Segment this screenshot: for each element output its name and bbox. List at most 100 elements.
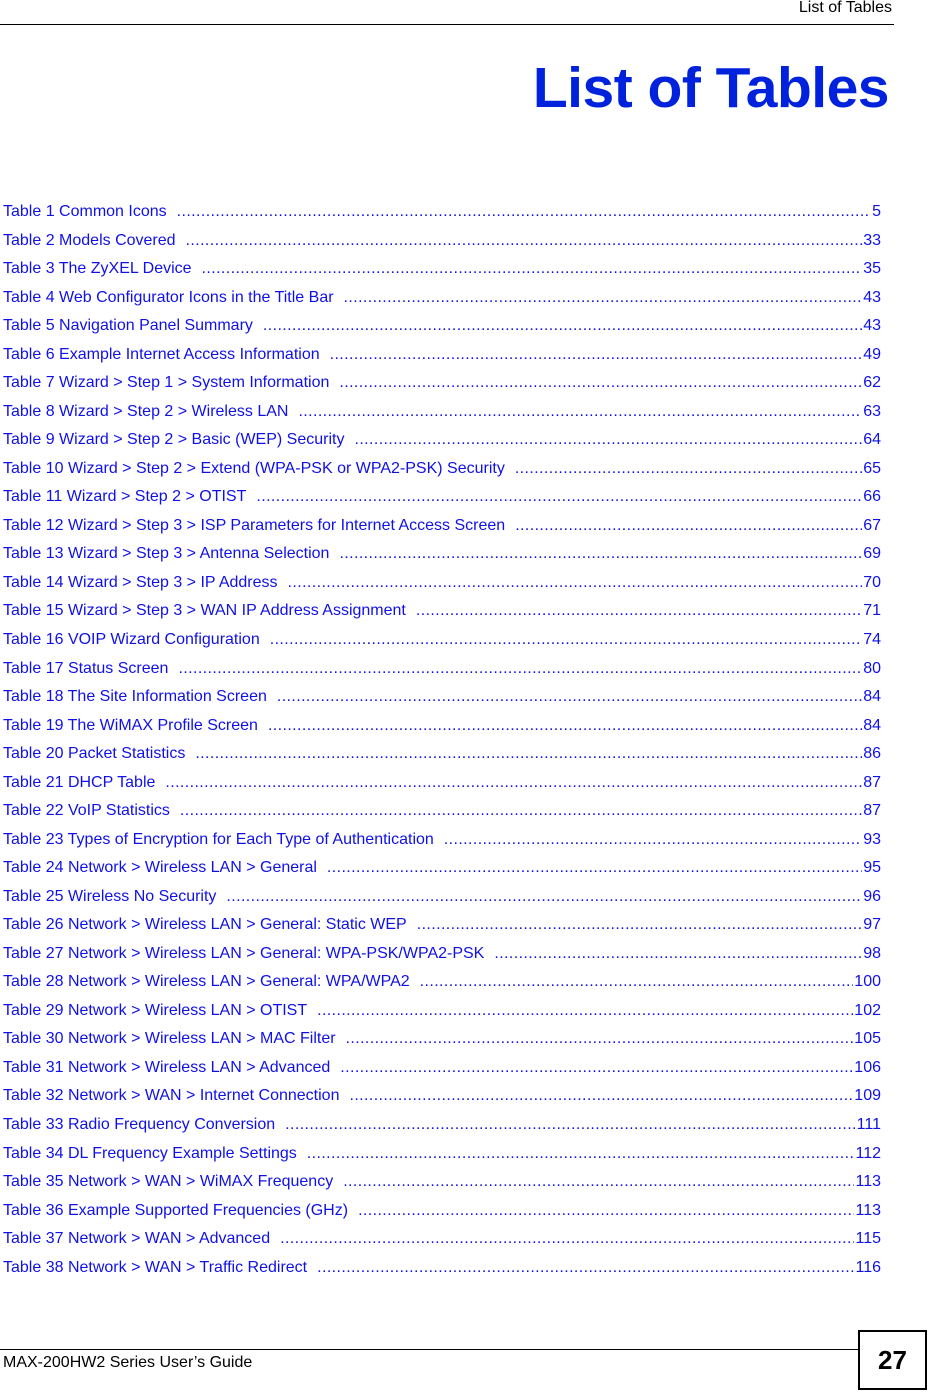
toc-entry-page-number: 113 (855, 1201, 881, 1219)
toc-entry-page-number: 111 (856, 1116, 881, 1133)
toc-entry-link[interactable]: Table 28 Network > Wireless LAN > Genera… (3, 971, 881, 1000)
dot-leader (349, 1085, 853, 1107)
toc-entry-link[interactable]: Table 20 Packet Statistics 86 (3, 743, 881, 772)
toc-entry-link[interactable]: Table 32 Network > WAN > Internet Connec… (3, 1085, 881, 1114)
toc-entry-page-number: 116 (855, 1258, 881, 1276)
toc-entry-label: Table 5 Navigation Panel Summary (3, 317, 253, 335)
toc-entry-link[interactable]: Table 24 Network > Wireless LAN > Genera… (3, 857, 881, 886)
toc-entry-label: Table 16 VOIP Wizard Configuration (3, 630, 260, 648)
toc-entry-label: Table 34 DL Frequency Example Settings (3, 1144, 297, 1162)
toc-entry-page-number: 65 (863, 459, 881, 477)
dot-leader (280, 1228, 854, 1250)
toc-entry-label: Table 1 Common Icons (3, 203, 167, 220)
toc-entry-page-number: 80 (863, 659, 881, 677)
toc-entry-link[interactable]: Table 2 Models Covered 33 (3, 230, 881, 259)
toc-entry-page-number: 64 (863, 431, 881, 449)
dot-leader (327, 857, 862, 879)
toc-entry-link[interactable]: Table 21 DHCP Table 87 (3, 772, 881, 801)
toc-entry-link[interactable]: Table 3 The ZyXEL Device 35 (3, 258, 881, 287)
toc-entry-label: Table 26 Network > Wireless LAN > Genera… (3, 916, 407, 934)
toc-entry-link[interactable]: Table 23 Types of Encryption for Each Ty… (3, 829, 881, 858)
toc-entry-page-number: 74 (863, 630, 881, 648)
toc-entry-link[interactable]: Table 34 DL Frequency Example Settings 11… (3, 1143, 881, 1172)
dot-leader (256, 486, 862, 508)
toc-entry-link[interactable]: Table 8 Wizard > Step 2 > Wireless LAN 63 (3, 401, 881, 430)
dot-leader (343, 1171, 854, 1193)
toc-entry-page-number: 66 (863, 488, 881, 506)
toc-entry-label: Table 8 Wizard > Step 2 > Wireless LAN (3, 402, 289, 420)
toc-entry-link[interactable]: Table 17 Status Screen 80 (3, 658, 881, 687)
dot-leader (346, 1028, 854, 1050)
toc-entry-link[interactable]: Table 37 Network > WAN > Advanced 115 (3, 1228, 881, 1257)
toc-entry-link[interactable]: Table 18 The Site Information Screen 84 (3, 686, 881, 715)
dot-leader (444, 829, 862, 851)
toc-entry-link[interactable]: Table 30 Network > Wireless LAN > MAC Fi… (3, 1028, 881, 1057)
toc-entry-page-number: 95 (863, 859, 881, 877)
dot-leader (344, 287, 863, 309)
toc-entry-label: Table 29 Network > Wireless LAN > OTIST (3, 1001, 308, 1019)
header-divider (0, 24, 894, 25)
footer-divider (0, 1349, 860, 1350)
toc-entry-link[interactable]: Table 9 Wizard > Step 2 > Basic (WEP) Se… (3, 429, 881, 458)
toc-entry-link[interactable]: Table 13 Wizard > Step 3 > Antenna Selec… (3, 543, 881, 572)
toc-entry-link[interactable]: Table 38 Network > WAN > Traffic Redirec… (3, 1257, 881, 1286)
dot-leader (202, 258, 863, 280)
toc-entry-link[interactable]: Table 16 VOIP Wizard Configuration 74 (3, 629, 881, 658)
toc-entry-link[interactable]: Table 15 Wizard > Step 3 > WAN IP Addres… (3, 600, 881, 629)
toc-entry-page-number: 84 (863, 688, 881, 706)
toc-entry-page-number: 69 (863, 545, 881, 563)
toc-entry-link[interactable]: Table 26 Network > Wireless LAN > Genera… (3, 914, 881, 943)
toc-entry-link[interactable]: Table 31 Network > Wireless LAN > Advanc… (3, 1057, 881, 1086)
toc-entry-page-number: 87 (863, 773, 881, 791)
dot-leader (277, 686, 862, 708)
toc-entry-link[interactable]: Table 5 Navigation Panel Summary 43 (3, 315, 881, 344)
dot-leader (358, 1200, 854, 1222)
dot-leader (165, 772, 862, 794)
toc-entry-link[interactable]: Table 11 Wizard > Step 2 > OTIST 66 (3, 486, 881, 515)
toc-entry-link[interactable]: Table 35 Network > WAN > WiMAX Frequency… (3, 1171, 881, 1200)
toc-entry-page-number: 87 (863, 802, 881, 820)
toc-entry-link[interactable]: Table 25 Wireless No Security 96 (3, 886, 881, 915)
toc-entry-link[interactable]: Table 7 Wizard > Step 1 > System Informa… (3, 372, 881, 401)
toc-entry-label: Table 35 Network > WAN > WiMAX Frequency (3, 1173, 334, 1191)
toc-entry-link[interactable]: Table 10 Wizard > Step 2 > Extend (WPA-P… (3, 458, 881, 487)
toc-entry-label: Table 24 Network > Wireless LAN > Genera… (3, 859, 317, 877)
toc-entry-label: Table 37 Network > WAN > Advanced (3, 1230, 271, 1248)
toc-entry-label: Table 28 Network > Wireless LAN > Genera… (3, 973, 410, 991)
toc-entry-label: Table 10 Wizard > Step 2 > Extend (WPA-P… (3, 459, 505, 477)
dot-leader (186, 230, 863, 252)
toc-entry-page-number: 96 (863, 887, 881, 905)
toc-entry-link[interactable]: Table 29 Network > Wireless LAN > OTIST 1… (3, 1000, 881, 1029)
toc-entry-page-number: 43 (863, 317, 881, 335)
dot-leader (307, 1143, 855, 1165)
dot-leader (330, 344, 863, 366)
toc-entry-label: Table 23 Types of Encryption for Each Ty… (3, 830, 434, 848)
dot-leader (339, 372, 862, 394)
toc-entry-label: Table 30 Network > Wireless LAN > MAC Fi… (3, 1030, 336, 1048)
toc-entry-link[interactable]: Table 4 Web Configurator Icons in the Ti… (3, 287, 881, 316)
toc-entry-label: Table 13 Wizard > Step 3 > Antenna Selec… (3, 545, 330, 563)
dot-leader (270, 629, 862, 651)
toc-entry-label: Table 21 DHCP Table (3, 773, 156, 791)
toc-entry-link[interactable]: Table 19 The WiMAX Profile Screen 84 (3, 715, 881, 744)
toc-entry-link[interactable]: Table 22 VoIP Statistics 87 (3, 800, 881, 829)
toc-entry-page-number: 113 (855, 1173, 881, 1191)
toc-entry-label: Table 36 Example Supported Frequencies (… (3, 1201, 349, 1219)
toc-entry-link[interactable]: Table 36 Example Supported Frequencies (… (3, 1200, 881, 1229)
dot-leader (354, 429, 862, 451)
page-number: 27 (878, 1344, 907, 1375)
toc-entry-label: Table 31 Network > Wireless LAN > Advanc… (3, 1058, 331, 1076)
toc-entry-link[interactable]: Table 6 Example Internet Access Informat… (3, 344, 881, 373)
toc-entry-link[interactable]: Table 33 Radio Frequency Conversion 111 (3, 1114, 881, 1143)
toc-entry-link[interactable]: Table 27 Network > Wireless LAN > Genera… (3, 943, 881, 972)
toc-entry-label: Table 11 Wizard > Step 2 > OTIST (3, 488, 247, 506)
dot-leader (285, 1114, 856, 1136)
toc-entry-page-number: 84 (863, 716, 881, 734)
toc-entry-page-number: 112 (855, 1144, 881, 1162)
toc-entry-label: Table 2 Models Covered (3, 231, 176, 249)
toc-entry-link[interactable]: Table 1 Common Icons 5 (3, 201, 881, 230)
toc-entry-link[interactable]: Table 12 Wizard > Step 3 > ISP Parameter… (3, 515, 881, 544)
dot-leader (339, 543, 862, 565)
page-title: List of Tables (532, 56, 890, 120)
toc-entry-link[interactable]: Table 14 Wizard > Step 3 > IP Address 70 (3, 572, 881, 601)
